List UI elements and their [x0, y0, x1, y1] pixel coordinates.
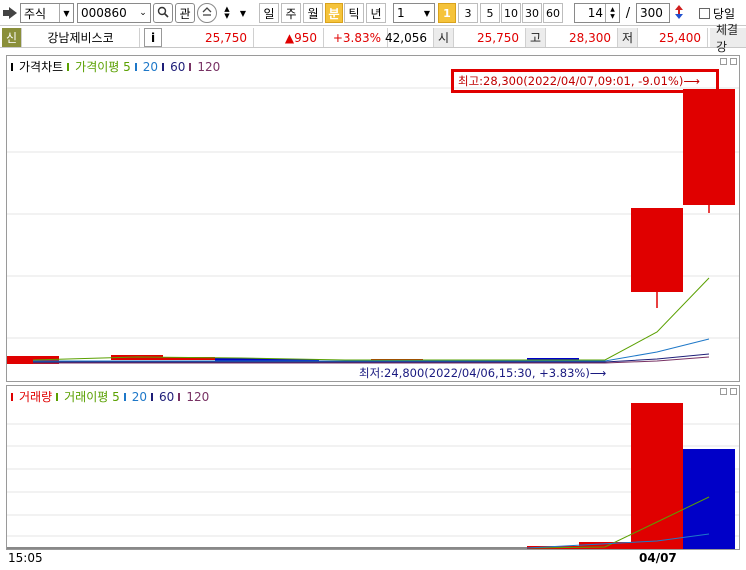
high-callout: 최고:28,300(2022/04/07,09:01, -9.01%)⟶ — [451, 69, 719, 93]
volume-value: 42,056 — [385, 28, 434, 47]
search-icon — [157, 6, 169, 21]
market-select[interactable]: 주식 ▼ — [20, 3, 74, 23]
arrow-icon[interactable] — [2, 3, 20, 23]
period-minute[interactable]: 분 — [325, 3, 343, 23]
down-arrow-icon: ▼ — [224, 12, 230, 20]
pane-minimize-button[interactable] — [720, 58, 727, 65]
volume-baseline — [7, 547, 527, 549]
candle-9 — [683, 89, 735, 205]
pane-close-button[interactable] — [730, 388, 737, 395]
checkbox-box — [698, 7, 710, 19]
legend-ma120: 120 — [197, 59, 221, 74]
volume-legend: 거래량 거래이평 5 20 60 120 — [11, 388, 209, 405]
legend-marker — [123, 392, 126, 401]
zoom-arrows-icon — [672, 4, 686, 23]
separator-slash: / — [625, 5, 631, 21]
chevron-down-icon: ▼ — [59, 4, 73, 22]
total-input[interactable]: 300 — [636, 3, 670, 23]
low-label: 저 — [618, 28, 638, 47]
market-select-value: 주식 — [24, 6, 47, 21]
legend-marker — [151, 392, 154, 401]
legend-marker — [178, 392, 181, 401]
legend-vol-ma20: 20 — [131, 389, 148, 404]
stack-icon — [201, 6, 213, 21]
interval-10[interactable]: 10 — [501, 3, 521, 23]
stock-info-bar: 신 강남제비스코 i 25,750 ▲950 +3.83% 42,056 시 2… — [0, 23, 746, 54]
legend-ma20: 20 — [142, 59, 159, 74]
period-day[interactable]: 일 — [259, 3, 279, 23]
volume-bar-9 — [631, 403, 683, 549]
updown-spinner[interactable]: ▲ ▼ — [218, 3, 236, 23]
period-year[interactable]: 년 — [366, 3, 386, 23]
price-gridlines — [7, 87, 739, 339]
legend-price-title: 가격차트 — [19, 60, 64, 74]
interval-select[interactable]: 1 ▼ — [393, 3, 435, 23]
trade-strength-label: 체결강 — [710, 23, 746, 54]
interval-5[interactable]: 5 — [480, 3, 500, 23]
pane-minimize-button[interactable] — [720, 388, 727, 395]
axis-start-time: 15:05 — [8, 551, 43, 565]
price-chart-pane[interactable]: 가격차트 가격이평 5 20 60 120 최고:28,300(2022/04/… — [6, 55, 740, 382]
legend-marker — [67, 62, 70, 71]
time-axis: 15:05 04/07 — [6, 550, 740, 568]
change-rate: +3.83% — [324, 28, 388, 47]
period-tick[interactable]: 틱 — [344, 3, 364, 23]
legend-ma5: 가격이평 5 — [75, 60, 131, 74]
interval-30[interactable]: 30 — [522, 3, 542, 23]
chevron-down-icon: ▼ — [423, 8, 431, 18]
legend-marker — [134, 62, 137, 71]
legend-vol-ma120: 120 — [186, 389, 210, 404]
legend-volume-title: 거래량 — [19, 390, 53, 404]
axis-date-label: 04/07 — [639, 551, 677, 565]
low-callout: 최저:24,800(2022/04/06,15:30, +3.83%)⟶ — [359, 366, 607, 380]
price-legend: 가격차트 가격이평 5 20 60 120 — [11, 58, 220, 75]
period-month[interactable]: 월 — [303, 3, 323, 23]
open-price: 25,750 — [454, 28, 526, 47]
today-checkbox[interactable] — [697, 3, 711, 23]
volume-chart-canvas — [7, 403, 739, 549]
interval-1[interactable]: 1 — [438, 3, 456, 23]
stack-button[interactable] — [197, 3, 217, 23]
legend-marker — [56, 392, 59, 401]
zoom-arrows-button[interactable] — [671, 3, 687, 23]
toolbar: 주식 ▼ 000860 ⌄ 관 ▲ ▼ ▼ 일 주 월 분 틱 년 1 ▼ 1 3… — [0, 0, 746, 26]
volume-gridlines — [7, 423, 739, 537]
period-week[interactable]: 주 — [281, 3, 301, 23]
info-button[interactable]: i — [144, 28, 162, 47]
legend-marker — [11, 392, 13, 401]
legend-marker — [189, 62, 192, 71]
legend-ma60: 60 — [170, 59, 186, 74]
legend-marker — [11, 62, 13, 71]
code-input[interactable]: 000860 ⌄ — [77, 3, 151, 23]
count-stepper[interactable]: 14 ▲ ▼ — [574, 3, 620, 23]
gwan-button[interactable]: 관 — [175, 3, 195, 23]
current-price: 25,750 — [166, 28, 254, 47]
high-price: 28,300 — [546, 28, 618, 47]
legend-vol-ma5: 거래이평 5 — [64, 390, 120, 404]
price-chart-canvas — [7, 87, 739, 364]
search-button[interactable] — [153, 3, 173, 23]
high-label: 고 — [526, 28, 546, 47]
interval-3[interactable]: 3 — [458, 3, 478, 23]
legend-vol-ma60: 60 — [159, 389, 175, 404]
chevron-down-icon: ⌄ — [139, 8, 147, 18]
candle-8 — [631, 208, 683, 292]
stock-name[interactable]: 강남제비스코 — [22, 28, 140, 47]
interval-select-value: 1 — [397, 6, 405, 20]
code-input-value: 000860 — [81, 6, 127, 20]
interval-60[interactable]: 60 — [543, 3, 563, 23]
stepper-arrows-icon: ▲ ▼ — [605, 4, 619, 22]
legend-marker — [162, 62, 165, 71]
ma5-line — [32, 277, 710, 361]
pane-close-button[interactable] — [730, 58, 737, 65]
low-price: 25,400 — [638, 28, 708, 47]
volume-chart-pane[interactable]: 거래량 거래이평 5 20 60 120 — [6, 385, 740, 550]
total-input-value: 300 — [640, 6, 663, 20]
new-badge: 신 — [2, 28, 22, 47]
open-label: 시 — [434, 28, 454, 47]
price-change: ▲950 — [254, 28, 324, 47]
count-stepper-value: 14 — [587, 6, 603, 20]
dropdown-arrow-icon[interactable]: ▼ — [237, 3, 249, 23]
